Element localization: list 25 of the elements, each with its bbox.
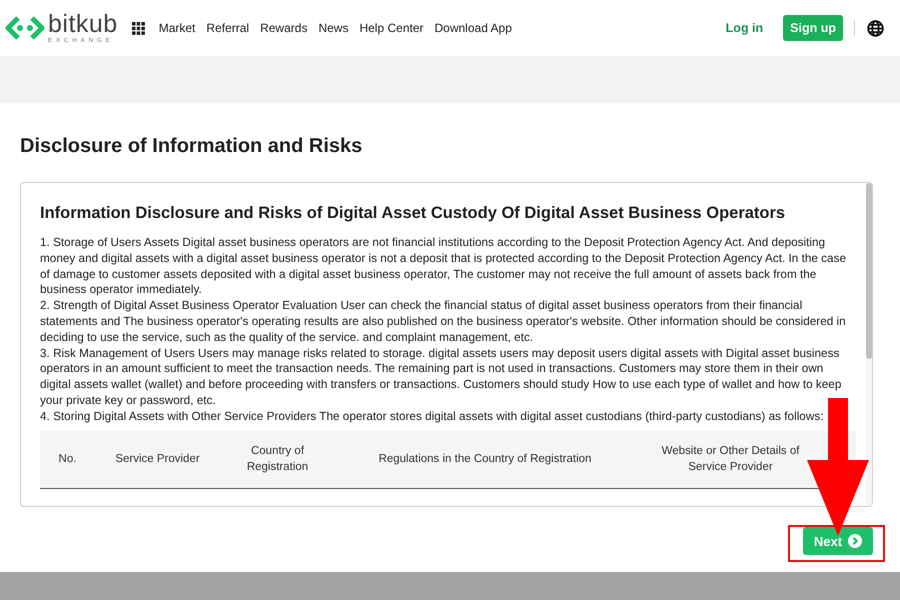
column-header: Country of Registration <box>246 444 310 476</box>
paragraph: 3. Risk Management of Users Users may manage risks related to storage. digital assets users may deposit users digital assets with Digital asset business operators in an amount sufficient to meet the transaction needs. The remaining part is not used in transactions. Customers may store them in their own digital assets wallet (wallet) and before proceeding with transfers or transactions. Customers should study How to use each type of wallet and how to keep your private key or password, etc. <box>40 346 842 409</box>
nav-link[interactable]: Market <box>158 21 196 35</box>
nav-link[interactable]: Download App <box>434 21 512 35</box>
nav-link[interactable]: Rewards <box>260 21 308 35</box>
paragraph: 2. Strength of Digital Asset Business Operator Evaluation User can check the financial status of digital asset business operators from their financial statements and The business operator's operating results are also published on the business operator's website. Other information should be considered in deciding to use the service, such as the quality of the service. and complaint management, etc. <box>40 298 847 346</box>
nav-link[interactable]: Help Center <box>359 21 424 35</box>
column-header: Service Provider <box>114 452 201 468</box>
column-header: No. <box>58 452 78 468</box>
column-header: Website or Other Details of Service Provider <box>660 444 800 476</box>
scrollbar[interactable] <box>866 183 872 506</box>
logo-icon <box>4 14 46 42</box>
login-link[interactable]: Log in <box>726 21 764 35</box>
document-heading: Information Disclosure and Risks of Digital Asset Custody Of Digital Asset Business Operators <box>40 204 786 223</box>
paragraph: 1. Storage of Users Assets Digital asset business operators are not financial institutions according to the Deposit Protection Agency Act. And depositing money and digital assets with a digital asset business operator is not a deposit that is protected according to the Deposit Protection Agency Act. In the case of damage to customer assets deposited with a digital asset business operator, The customer may not receive the full amount of assets back from the business operator immediately. <box>40 235 847 298</box>
logo-wordmark: bitkub <box>48 12 118 37</box>
column-header: Regulations in the Country of Registration <box>378 452 592 468</box>
nav-link[interactable]: News <box>318 21 348 35</box>
globe-icon[interactable] <box>867 20 884 36</box>
nav-link[interactable]: Referral <box>206 21 250 35</box>
app-grid-icon[interactable] <box>132 22 145 34</box>
chevron-circle-icon <box>848 534 862 548</box>
paragraph: 4. Storing Digital Assets with Other Service Providers The operator stores digital assets with digital asset custodians (third-party custodians) as follows: <box>40 408 824 425</box>
scrollbar-thumb[interactable] <box>866 183 872 359</box>
page-title: Disclosure of Information and Risks <box>20 135 364 158</box>
